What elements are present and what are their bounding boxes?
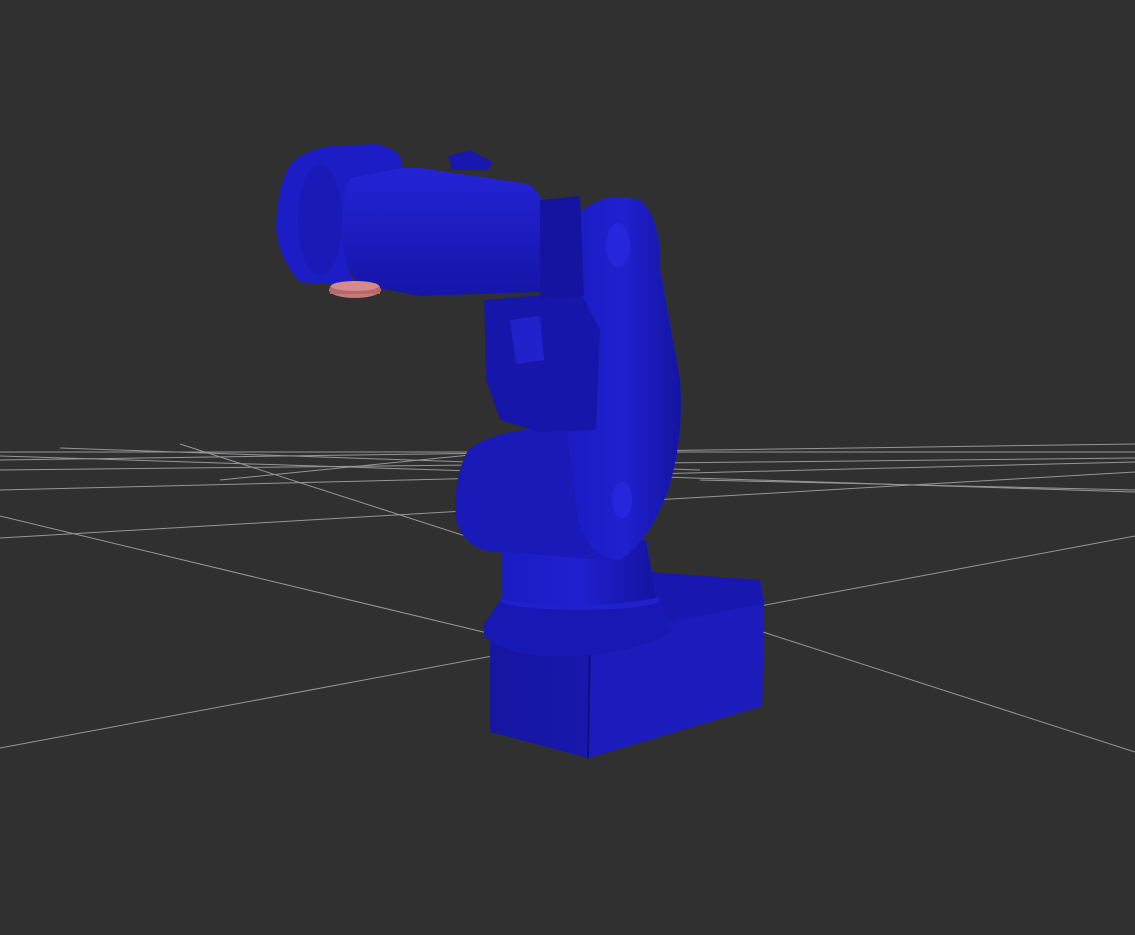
tool-flange <box>329 281 381 298</box>
scene-canvas[interactable] <box>0 0 1135 935</box>
3d-viewport[interactable] <box>0 0 1135 935</box>
robot-arm[interactable] <box>276 144 764 759</box>
robot-elbow <box>484 292 600 432</box>
